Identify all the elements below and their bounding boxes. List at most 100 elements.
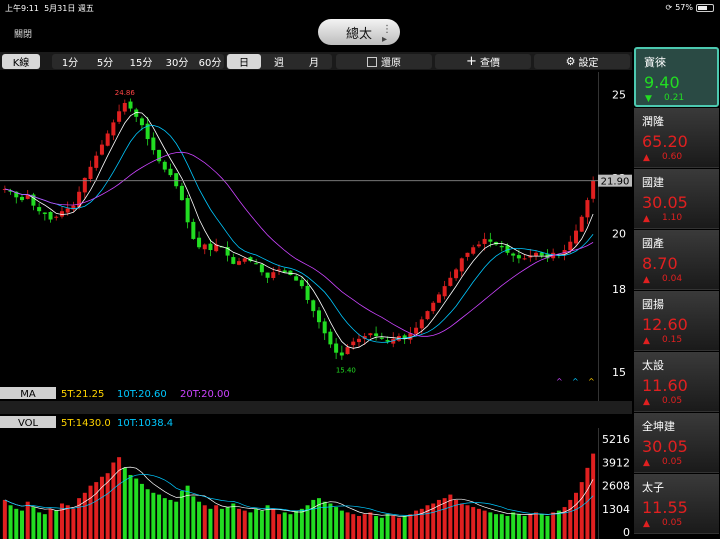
candle [591, 180, 596, 199]
period-60min[interactable]: 60分 [194, 54, 226, 69]
volume-bar [579, 482, 584, 539]
volume-bar [334, 507, 339, 539]
volume-axis-divider [598, 428, 599, 539]
restore-button[interactable]: 還原 [336, 54, 432, 69]
volume-bar [185, 485, 190, 539]
quote-card[interactable]: 太設 11.60 ▲ 0.05 [634, 352, 719, 412]
candle [579, 216, 584, 232]
status-right: ⟳ 57% [666, 3, 714, 12]
volume-bar [585, 467, 590, 539]
quote-card[interactable]: 國產 8.70 ▲ 0.04 [634, 230, 719, 290]
ma5-line [4, 111, 594, 349]
volume-bar [2, 499, 7, 539]
volume-bar [574, 492, 579, 539]
price-chart[interactable] [2, 98, 596, 360]
ma20-value: 20T:20.00 [180, 389, 230, 400]
candle [316, 310, 321, 323]
candle [356, 338, 361, 343]
volume-bar [534, 512, 539, 539]
candle [419, 319, 424, 329]
period-week[interactable]: 週 [265, 54, 293, 69]
checkbox-icon[interactable] [367, 56, 377, 67]
quote-card[interactable]: 全坤建 30.05 ▲ 0.05 [634, 413, 719, 473]
up-arrow-icon: ▲ [643, 214, 650, 224]
chart-grid [598, 72, 599, 539]
volume-bar [151, 492, 156, 539]
kline-button[interactable]: K線 [2, 54, 40, 69]
volume-bar [368, 512, 373, 539]
candle [511, 253, 516, 256]
quote-card[interactable]: 太子 11.55 ▲ 0.05 [634, 474, 719, 534]
volume-bar [356, 515, 361, 539]
dots-icon[interactable]: ⋮ ▸ [382, 25, 392, 45]
candle [465, 252, 470, 257]
volume-chart[interactable] [2, 453, 596, 539]
candle [254, 263, 259, 265]
candle [585, 200, 590, 218]
period-15min[interactable]: 15分 [124, 54, 158, 69]
high-label: 24.86 [115, 89, 136, 97]
quote-name: 太設 [642, 359, 664, 372]
volume-bar [385, 514, 390, 539]
quote-card[interactable]: 國建 30.05 ▲ 1.10 [634, 169, 719, 229]
candle [88, 166, 93, 179]
period-30min[interactable]: 30分 [160, 54, 194, 69]
volume-bar [231, 503, 236, 539]
volume-bar [299, 508, 304, 539]
period-day[interactable]: 日 [227, 54, 261, 69]
volume-bar [82, 492, 87, 539]
candle [328, 331, 333, 345]
battery-icon [696, 3, 714, 12]
candle [482, 238, 487, 244]
price-tick: 20 [612, 227, 626, 240]
settings-button[interactable]: ⚙ 設定 [534, 54, 630, 69]
quote-card[interactable]: 國揚 12.60 ▲ 0.15 [634, 291, 719, 351]
volume-bar [31, 507, 36, 539]
down-arrow-icon: ▼ [645, 94, 652, 104]
price-line-label: 21.90 [601, 177, 630, 188]
candle [516, 255, 521, 259]
candle [37, 207, 42, 212]
candle [179, 185, 184, 201]
volume-bar [494, 514, 499, 539]
candle [271, 272, 276, 278]
volume-tick: 2608 [602, 480, 630, 493]
quote-card[interactable]: 寶徠 9.40 ▼ 0.21 [634, 47, 719, 107]
status-time-date: 上午9:11 5月31日 週五 [5, 3, 94, 14]
volume-bar [294, 510, 299, 539]
period-1min[interactable]: 1分 [56, 54, 84, 69]
check-price-button[interactable]: + 查價 [435, 54, 531, 69]
quote-card[interactable]: 潤隆 65.20 ▲ 0.60 [634, 108, 719, 168]
candle [385, 340, 390, 342]
volume-bar [139, 483, 144, 539]
candle [174, 173, 179, 187]
signal-caret-2: ^ [572, 377, 579, 386]
candle [185, 198, 190, 223]
volume-tick: 1304 [602, 503, 630, 516]
related-quotes-panel: 寶徠 9.40 ▼ 0.21 潤隆 65.20 ▲ 0.60 國建 30.05 ▲ 1.10 國產 8.7… [634, 47, 720, 539]
volume-bar [94, 482, 99, 539]
vol-label: VOL [18, 418, 39, 429]
volume-bar [551, 512, 556, 539]
volume-bar [37, 512, 42, 539]
volume-bar [482, 510, 487, 539]
candle [111, 122, 116, 136]
candle [19, 196, 24, 201]
price-axis-divider [598, 72, 599, 401]
candle [499, 246, 504, 248]
period-5min[interactable]: 5分 [90, 54, 120, 69]
chart-area[interactable]: 2522201815 45678910111220192345 52163912… [0, 72, 632, 539]
volume-bar [277, 514, 282, 539]
volume-bar [214, 505, 219, 539]
candle [345, 347, 350, 355]
check-price-label: 查價 [479, 58, 500, 69]
candle [48, 212, 53, 220]
status-time: 上午9:11 [5, 4, 39, 13]
volume-bar [19, 510, 24, 539]
period-month[interactable]: 月 [300, 54, 328, 69]
quote-price: 9.40 [644, 73, 680, 92]
close-button[interactable]: 關閉 [14, 27, 32, 40]
volume-bar [351, 514, 356, 539]
stock-selector[interactable]: 總太 ⋮ ▸ [318, 19, 400, 45]
signal-caret-3: ^ [588, 377, 595, 386]
